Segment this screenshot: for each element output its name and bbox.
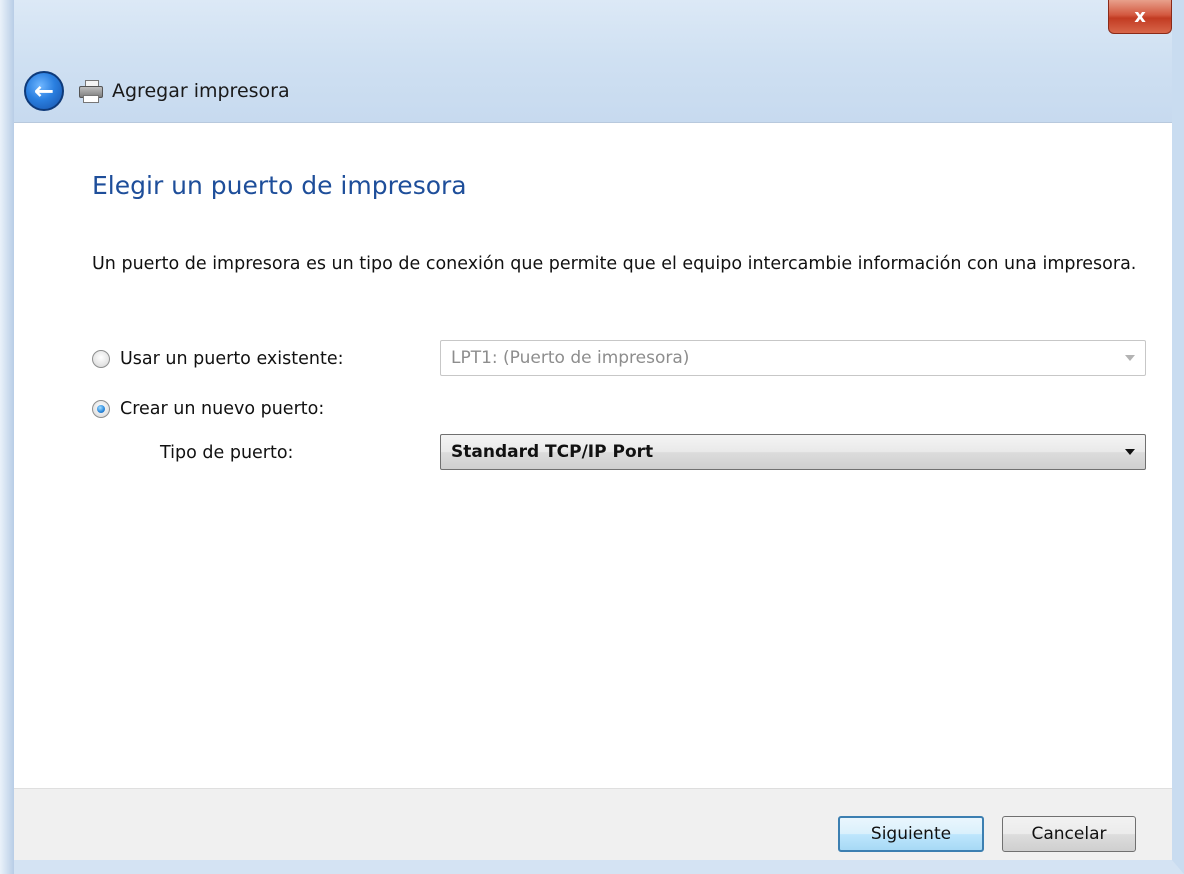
use-existing-port-radio[interactable]: [92, 350, 110, 368]
port-type-select[interactable]: Standard TCP/IP Port: [440, 434, 1146, 470]
close-button[interactable]: x: [1108, 0, 1172, 34]
port-type-label: Tipo de puerto:: [160, 443, 294, 463]
create-new-port-radio[interactable]: [92, 400, 110, 418]
create-new-port-option[interactable]: Crear un nuevo puerto:: [92, 399, 324, 419]
use-existing-port-label: Usar un puerto existente:: [120, 349, 344, 369]
create-new-port-label: Crear un nuevo puerto:: [120, 399, 325, 419]
back-arrow-icon: ←: [33, 77, 55, 105]
add-printer-window: x ← Agregar impresora Elegir un puerto d…: [0, 0, 1184, 874]
page-description: Un puerto de impresora es un tipo de con…: [92, 254, 1137, 274]
page-title: Elegir un puerto de impresora: [92, 171, 467, 200]
close-icon: x: [1134, 6, 1146, 27]
next-button[interactable]: Siguiente: [838, 816, 984, 852]
navigation-bar: ← Agregar impresora: [14, 60, 1172, 122]
window-title: Agregar impresora: [112, 80, 290, 102]
port-type-value: Standard TCP/IP Port: [451, 442, 654, 462]
existing-port-select: LPT1: (Puerto de impresora): [440, 340, 1146, 376]
wizard-footer: Siguiente Cancelar: [14, 788, 1172, 860]
printer-icon: [78, 80, 104, 103]
chevron-down-icon: [1125, 355, 1135, 361]
existing-port-value: LPT1: (Puerto de impresora): [451, 348, 690, 368]
wizard-content: Elegir un puerto de impresora Un puerto …: [14, 122, 1172, 788]
window-left-border: [0, 0, 14, 874]
use-existing-port-option[interactable]: Usar un puerto existente:: [92, 349, 343, 369]
cancel-button[interactable]: Cancelar: [1002, 816, 1136, 852]
chevron-down-icon: [1125, 449, 1135, 455]
back-button[interactable]: ←: [24, 71, 64, 111]
